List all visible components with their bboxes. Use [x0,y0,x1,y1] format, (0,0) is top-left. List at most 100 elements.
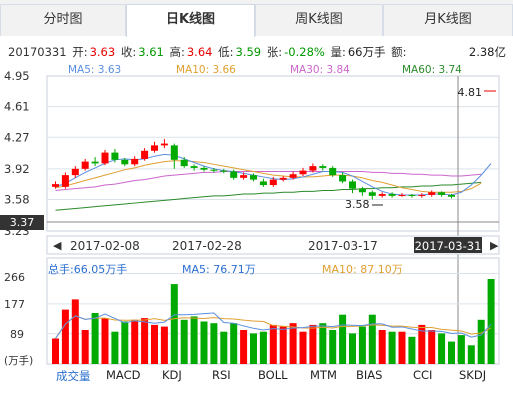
volume-bar [487,279,495,364]
candle-body [329,167,337,176]
volume-bar [180,319,188,364]
volume-bar [477,319,485,364]
volume-tick-3: 89 [10,328,24,341]
scroll-right-icon[interactable]: ▶ [490,239,499,252]
volume-bar [457,335,465,364]
candle-body [151,145,158,151]
candle-body [52,184,59,187]
ma10-line [55,160,482,193]
volume-bar [279,326,287,364]
current-price: 3.37 [10,216,35,229]
price-tick-label: 4.27 [4,130,30,144]
volume-tick-2: 177 [4,298,25,311]
price-tick-label: 3.58 [4,192,30,206]
indicator-tab-skdj[interactable]: SKDJ [459,368,486,382]
volume-bar [329,330,337,364]
volume-bar [289,323,297,364]
volume-bar [269,324,277,364]
candle-body [101,152,109,164]
volume-bar [81,330,89,364]
volume-bar [210,323,218,364]
candle-body [141,150,149,159]
volume-bar [61,309,69,364]
ma60-line [55,181,482,211]
cursor-date: 2017-03-31 [415,239,482,253]
candle-body [61,175,69,187]
kline-chart[interactable]: 4.954.614.273.923.583.23 3.37 4.81 3.58 … [0,0,513,401]
candle-body [180,159,188,167]
candle-body [220,170,228,172]
volume-bar [91,313,99,364]
indicator-tab-cci[interactable]: CCI [413,368,432,382]
volume-bar [170,284,178,364]
volume-unit: (万手) [4,354,33,367]
candle-body [91,161,99,164]
indicator-tab-macd[interactable]: MACD [106,368,140,382]
candle-body [259,181,267,186]
date-tick-1: 2017-02-08 [70,239,140,253]
indicator-tab-mtm[interactable]: MTM [310,368,337,382]
price-tick-label: 3.92 [4,162,30,176]
candle-body [190,166,198,168]
candle-body [121,159,129,165]
volume-bar [101,318,109,364]
indicator-tab-kdj[interactable]: KDJ [162,368,182,382]
candle-body [200,167,208,170]
indicator-tab-bias[interactable]: BIAS [356,368,382,382]
candle-body [309,166,317,171]
volume-bar [408,336,416,364]
volume-bar [349,333,356,364]
volume-bar [358,326,366,364]
indicator-tab-rsi[interactable]: RSI [212,368,231,382]
candle-body [170,145,178,160]
candle-body [398,194,406,196]
volume-bar [319,323,327,364]
volume-bar [71,299,79,364]
max-price-label: 4.81 [458,86,483,99]
candle-body [418,194,426,196]
volume-bar [250,333,257,364]
candle-body [378,194,386,196]
candle-body [210,169,218,171]
candle-body [71,168,79,176]
candle-body [81,161,89,169]
candle-body [131,158,139,165]
volume-bar [448,341,455,364]
volume-bars [52,279,495,364]
candle-body [428,192,436,195]
volume-bar [200,321,208,364]
candle-body [438,192,446,195]
volume-grid [47,273,499,335]
volume-bar [131,319,139,364]
candle-body [269,179,277,186]
price-axis: 4.954.614.273.923.583.23 [4,69,30,238]
indicator-tab-boll[interactable]: BOLL [258,368,288,382]
volume-bar [121,321,129,364]
candle-body [240,175,248,178]
volume-ma10: MA10: 87.10万 [322,263,403,276]
candle-body [230,171,238,178]
volume-bar [398,331,406,364]
candle-body [349,181,356,189]
volume-bar [160,326,168,364]
date-tick-3: 2017-03-17 [308,239,378,253]
volume-bar [240,330,248,364]
candle-body [358,188,366,193]
volume-bar [438,333,446,364]
candle-body [299,170,307,175]
volume-tick-1: 266 [4,271,25,284]
volume-bar [309,324,317,364]
indicator-tab-volume[interactable]: 成交量 [56,368,91,384]
scroll-left-icon[interactable]: ◀ [53,239,62,252]
candle-body [160,143,168,146]
min-price-label: 3.58 [345,198,370,211]
price-tick-label: 4.95 [4,69,30,83]
volume-bar [230,323,238,364]
volume-ma5: MA5: 76.71万 [182,263,256,276]
volume-bar [190,316,198,364]
candle-body [279,177,287,180]
candle-body [289,174,297,178]
date-tick-2: 2017-02-28 [172,239,242,253]
volume-bar [467,345,475,364]
volume-bar [339,314,347,364]
